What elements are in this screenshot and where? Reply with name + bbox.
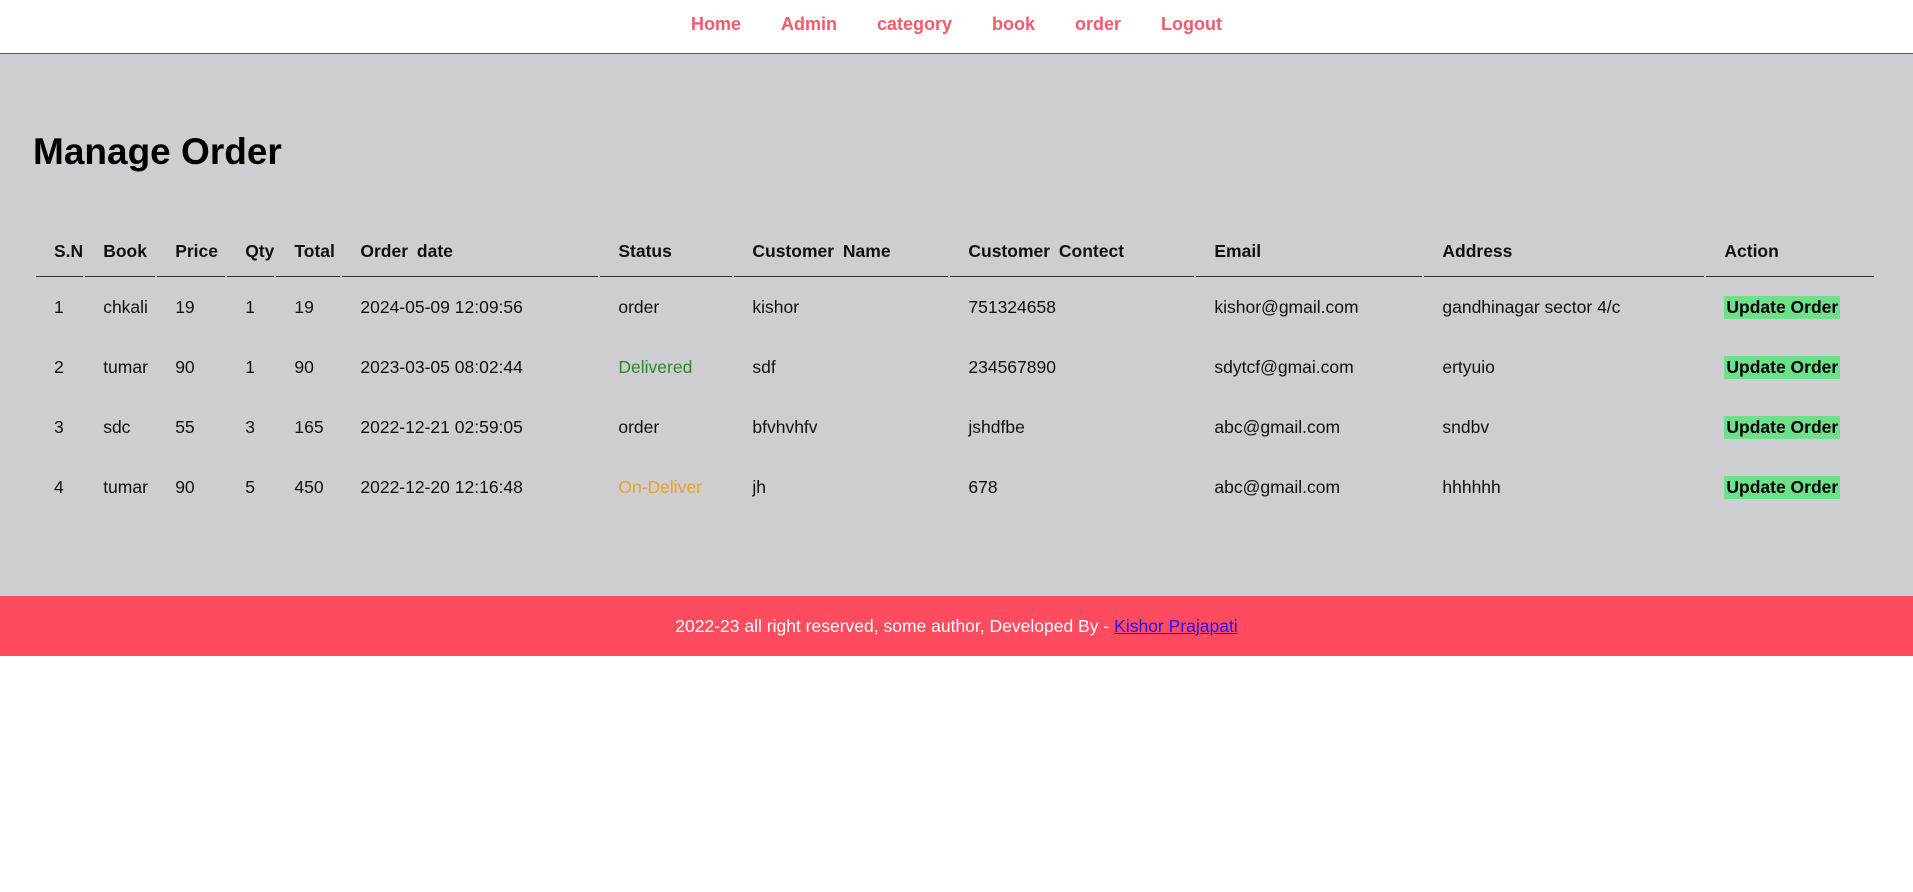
cell-email: abc@gmail.com	[1214, 416, 1341, 437]
cell-action: Update Order	[1706, 397, 1874, 457]
cell-action: Update Order	[1706, 277, 1874, 337]
page-footer: 2022-23 all right reserved, some author,…	[0, 596, 1913, 656]
cell-action: Update Order	[1706, 337, 1874, 397]
header-status: Status	[600, 226, 733, 277]
cell-price: 90	[175, 356, 195, 377]
cell-action: Update Order	[1706, 457, 1874, 517]
header-qty: Qty	[227, 226, 275, 277]
cell-customer-name: sdf	[752, 356, 776, 377]
table-row: 4 tumar 90 5 450 2022-12-20 12:16:48 On-…	[36, 457, 1874, 517]
cell-total: 450	[294, 476, 324, 497]
cell-qty: 5	[245, 476, 255, 497]
cell-sn: 4	[54, 476, 64, 497]
table-row: 2 tumar 90 1 90 2023-03-05 08:02:44 Deli…	[36, 337, 1874, 397]
cell-total: 165	[294, 416, 324, 437]
cell-order-date: 2024-05-09 12:09:56	[360, 296, 523, 317]
orders-table: S.N Book Price Qty Total Order date Stat…	[34, 226, 1876, 517]
nav-order[interactable]: order	[1075, 14, 1121, 35]
header-email: Email	[1196, 226, 1423, 277]
table-row: 3 sdc 55 3 165 2022-12-21 02:59:05 order…	[36, 397, 1874, 457]
cell-order-date: 2023-03-05 08:02:44	[360, 356, 523, 377]
cell-price: 19	[175, 296, 195, 317]
nav-home[interactable]: Home	[691, 14, 741, 35]
nav-book[interactable]: book	[992, 14, 1035, 35]
header-order-date: Order date	[342, 226, 599, 277]
cell-sn: 3	[54, 416, 64, 437]
cell-price: 90	[175, 476, 195, 497]
cell-sn: 1	[54, 296, 64, 317]
cell-status: Delivered	[618, 356, 693, 377]
cell-customer-contact: 234567890	[968, 356, 1056, 377]
cell-book: tumar	[103, 476, 148, 497]
cell-book: tumar	[103, 356, 148, 377]
nav-logout[interactable]: Logout	[1161, 14, 1222, 35]
cell-qty: 1	[245, 296, 255, 317]
update-order-button[interactable]: Update Order	[1724, 295, 1841, 319]
table-row: 1 chkali 19 1 19 2024-05-09 12:09:56 ord…	[36, 277, 1874, 337]
header-customer-contact: Customer Contect	[950, 226, 1195, 277]
cell-order-date: 2022-12-20 12:16:48	[360, 476, 523, 497]
cell-total: 19	[294, 296, 314, 317]
developer-link[interactable]: Kishor Prajapati	[1114, 616, 1238, 637]
update-order-button[interactable]: Update Order	[1724, 415, 1841, 439]
table-header-row: S.N Book Price Qty Total Order date Stat…	[36, 226, 1874, 277]
cell-address: gandhinagar sector 4/c	[1442, 296, 1621, 317]
cell-address: ertyuio	[1442, 356, 1495, 377]
cell-qty: 1	[245, 356, 255, 377]
cell-customer-name: kishor	[752, 296, 800, 317]
update-order-button[interactable]: Update Order	[1724, 355, 1841, 379]
page-title: Manage Order	[33, 131, 282, 172]
cell-status: order	[618, 296, 660, 317]
cell-sn: 2	[54, 356, 64, 377]
table-body: 1 chkali 19 1 19 2024-05-09 12:09:56 ord…	[36, 277, 1874, 517]
orders-table-wrapper: S.N Book Price Qty Total Order date Stat…	[34, 226, 1876, 517]
header-total: Total	[276, 226, 341, 277]
update-order-button[interactable]: Update Order	[1724, 475, 1841, 499]
header-price: Price	[157, 226, 226, 277]
cell-order-date: 2022-12-21 02:59:05	[360, 416, 523, 437]
header-sn: S.N	[36, 226, 84, 277]
nav-admin[interactable]: Admin	[781, 14, 837, 35]
header-book: Book	[85, 226, 156, 277]
header-customer-name: Customer Name	[734, 226, 949, 277]
cell-customer-name: jh	[752, 476, 766, 497]
header-address: Address	[1424, 226, 1705, 277]
cell-qty: 3	[245, 416, 255, 437]
cell-customer-contact: 751324658	[968, 296, 1056, 317]
footer-text: 2022-23 all right reserved, some author,…	[675, 615, 1110, 636]
cell-customer-contact: 678	[968, 476, 998, 497]
main-content: Manage Order S.N Book Price Qty Total Or…	[0, 54, 1913, 596]
cell-customer-contact: jshdfbe	[968, 416, 1025, 437]
cell-book: sdc	[103, 416, 131, 437]
top-navigation: Home Admin category book order Logout	[0, 0, 1913, 54]
cell-book: chkali	[103, 296, 148, 317]
header-action: Action	[1706, 226, 1874, 277]
cell-customer-name: bfvhvhfv	[752, 416, 818, 437]
cell-price: 55	[175, 416, 195, 437]
cell-address: sndbv	[1442, 416, 1490, 437]
cell-email: sdytcf@gmai.com	[1214, 356, 1354, 377]
nav-category[interactable]: category	[877, 14, 952, 35]
cell-email: abc@gmail.com	[1214, 476, 1341, 497]
cell-status: On-Deliver	[618, 476, 703, 497]
cell-status: order	[618, 416, 660, 437]
cell-email: kishor@gmail.com	[1214, 296, 1359, 317]
cell-address: hhhhhh	[1442, 476, 1501, 497]
cell-total: 90	[294, 356, 314, 377]
